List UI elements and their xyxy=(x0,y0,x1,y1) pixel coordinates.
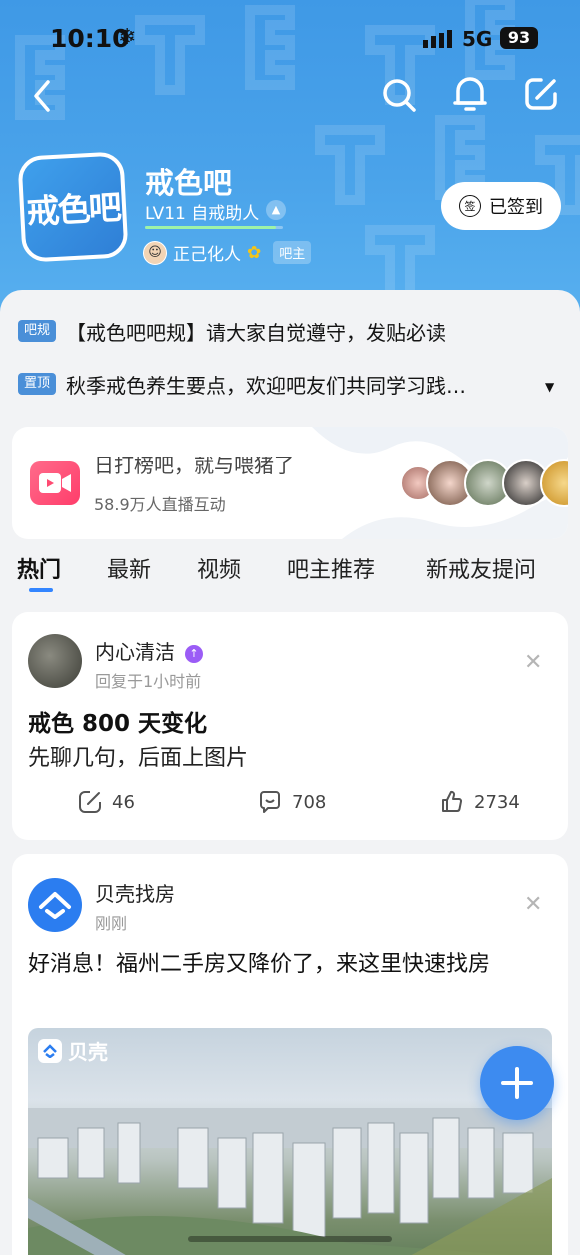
post-time: 回复于1小时前 xyxy=(95,672,202,691)
tab-indicator xyxy=(29,588,53,592)
forum-header: 10:10 ❄ 5G 93 戒色吧 戒色吧 LV11 自戒助人 ▲ ☺ 正己化人… xyxy=(0,0,580,320)
owner-badge: 吧主 xyxy=(273,241,312,264)
live-avatars xyxy=(400,459,568,507)
like-count: 2734 xyxy=(474,791,520,813)
search-icon xyxy=(383,79,416,112)
notice-text: 【戒色吧吧规】请大家自觉遵守，发贴必读 xyxy=(66,320,447,345)
comment-button[interactable]: 708 xyxy=(258,790,326,814)
thumbs-up-icon xyxy=(442,790,463,812)
back-arrow-icon xyxy=(34,80,50,112)
forum-level: LV11 自戒助人 xyxy=(145,204,260,224)
forum-avatar[interactable]: 戒色吧 xyxy=(17,151,129,263)
checkin-label: 已签到 xyxy=(489,197,543,218)
ad-card[interactable]: 贝壳找房 刚刚 ✕ 好消息！福州二手房又降价了，来这里快速找房 贝壳 xyxy=(12,854,568,1255)
live-video-icon xyxy=(30,461,80,505)
edit-icon xyxy=(525,78,557,110)
notice-tag: 置顶 xyxy=(18,373,57,395)
author-name: 内心清洁 xyxy=(95,640,175,664)
tab-bar: 热门 最新 视频 吧主推荐 新戒友提问 xyxy=(0,552,580,592)
forum-owner[interactable]: ☺ 正己化人 ✿ 吧主 xyxy=(143,240,312,265)
ad-image[interactable]: 贝壳 xyxy=(28,1028,552,1255)
ad-logo[interactable] xyxy=(28,878,82,932)
network-label: 5G xyxy=(462,27,493,51)
ad-author[interactable]: 贝壳找房 xyxy=(95,878,175,907)
share-icon xyxy=(79,791,101,813)
level-progress-fill xyxy=(145,226,277,229)
share-button[interactable]: 46 xyxy=(78,790,135,814)
close-icon[interactable]: ✕ xyxy=(524,892,542,917)
sign-icon: 签 xyxy=(459,195,481,217)
search-button[interactable] xyxy=(377,73,421,117)
post-actions: 46 708 2734 xyxy=(12,790,568,820)
owner-name: 正己化人 xyxy=(173,245,241,265)
signal-icon xyxy=(423,30,452,48)
notification-button[interactable] xyxy=(448,72,492,116)
live-avatar xyxy=(540,459,568,507)
bell-icon xyxy=(453,77,487,111)
post-title: 戒色 800 天变化 xyxy=(28,711,208,737)
vip-badge-icon: ↑ xyxy=(185,645,203,663)
post-card[interactable]: 内心清洁 ↑ 回复于1小时前 ✕ 戒色 800 天变化 先聊几句，后面上图片 46… xyxy=(12,612,568,840)
back-button[interactable] xyxy=(20,74,64,118)
status-bar: 10:10 ❄ 5G 93 xyxy=(0,22,580,56)
snowflake-icon: ❄ xyxy=(118,25,137,50)
like-button[interactable]: 2734 xyxy=(440,790,520,814)
close-icon[interactable]: ✕ xyxy=(524,650,542,675)
battery-indicator: 93 xyxy=(500,27,538,49)
tab-latest[interactable]: 最新 xyxy=(107,552,151,584)
notice-tag: 吧规 xyxy=(18,320,57,342)
comment-icon xyxy=(260,791,280,813)
comment-count: 708 xyxy=(292,791,327,813)
expand-notices-icon[interactable]: ▼ xyxy=(545,380,554,394)
live-subtitle: 58.9万人直播互动 xyxy=(94,495,226,514)
house-icon xyxy=(39,892,71,919)
ad-text: 好消息！福州二手房又降价了，来这里快速找房 xyxy=(28,952,491,977)
new-post-button[interactable] xyxy=(480,1046,554,1120)
share-count: 46 xyxy=(112,791,135,813)
sunflower-icon: ✿ xyxy=(247,242,262,263)
checkin-button[interactable]: 签 已签到 xyxy=(441,182,561,230)
tab-new-questions[interactable]: 新戒友提问 xyxy=(426,552,536,584)
home-indicator[interactable] xyxy=(188,1236,392,1242)
brand-logo-icon xyxy=(38,1038,62,1063)
notice-pinned[interactable]: 置顶 秋季戒色养生要点，欢迎吧友们共同学习践… xyxy=(18,369,466,399)
notice-rules[interactable]: 吧规 【戒色吧吧规】请大家自觉遵守，发贴必读 xyxy=(18,316,446,346)
ad-brand: 贝壳 xyxy=(38,1036,108,1065)
post-body: 先聊几句，后面上图片 xyxy=(28,746,249,771)
author-avatar[interactable] xyxy=(28,634,82,688)
tab-video[interactable]: 视频 xyxy=(197,552,241,584)
tab-owner-picks[interactable]: 吧主推荐 xyxy=(287,552,375,584)
owner-avatar: ☺ xyxy=(143,240,167,265)
ad-time: 刚刚 xyxy=(95,914,128,933)
rocket-icon: ▲ xyxy=(266,200,286,220)
live-card[interactable]: 日打榜吧，就与喂猪了 58.9万人直播互动 xyxy=(12,427,568,539)
author-name-row[interactable]: 内心清洁 ↑ xyxy=(95,636,203,665)
forum-name: 戒色吧 xyxy=(145,166,233,200)
compose-button[interactable] xyxy=(519,72,563,116)
level-progress-bar xyxy=(145,226,283,229)
notice-text: 秋季戒色养生要点，欢迎吧友们共同学习践… xyxy=(66,373,467,398)
ad-brand-name: 贝壳 xyxy=(68,1040,108,1064)
tab-hot[interactable]: 热门 xyxy=(17,552,61,584)
plus-icon xyxy=(501,1067,533,1099)
